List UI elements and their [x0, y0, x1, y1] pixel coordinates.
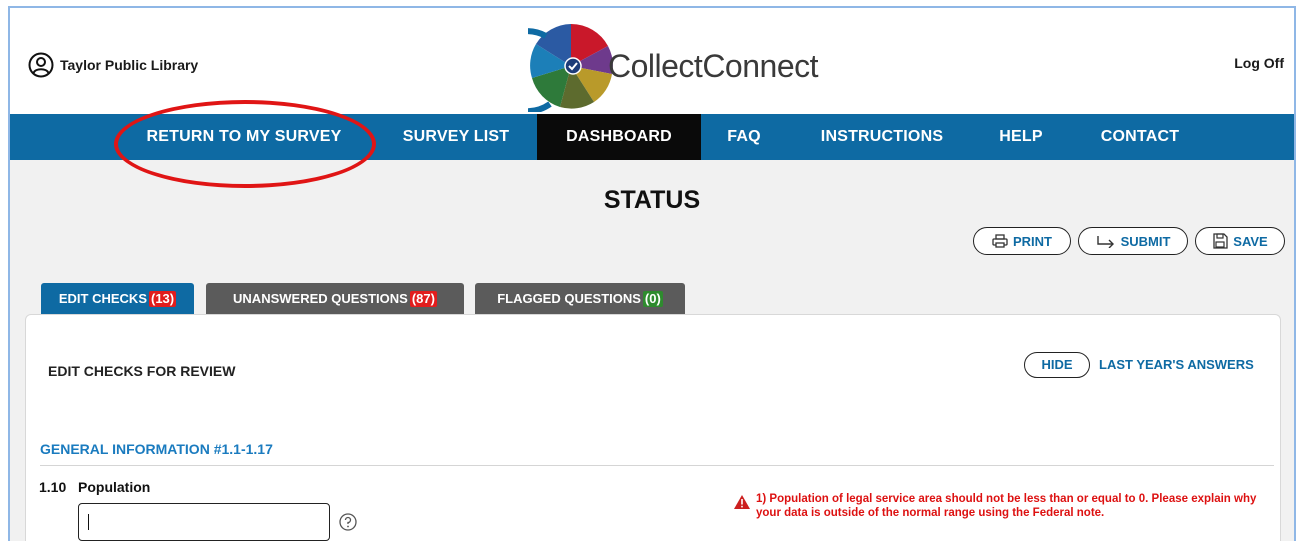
warning-icon — [734, 495, 750, 509]
collectconnect-logo-icon — [528, 23, 613, 112]
main-nav: RETURN TO MY SURVEY SURVEY LIST DASHBOAR… — [10, 114, 1294, 160]
tab-label: EDIT CHECKS — [58, 291, 147, 306]
hide-button[interactable]: HIDE — [1024, 352, 1090, 378]
save-label: SAVE — [1233, 233, 1268, 249]
app-window: Taylor Public Library CollectConnect Log… — [8, 6, 1296, 541]
save-icon — [1213, 233, 1228, 249]
app-logo[interactable]: CollectConnect — [528, 20, 819, 112]
submit-arrow-icon — [1096, 236, 1114, 248]
tab-label: FLAGGED QUESTIONS — [497, 291, 641, 306]
edit-checks-panel: EDIT CHECKS FOR REVIEW HIDE LAST YEAR'S … — [25, 314, 1281, 541]
org-name: Taylor Public Library — [60, 57, 199, 73]
nav-return-to-my-survey[interactable]: RETURN TO MY SURVEY — [118, 114, 370, 160]
header: Taylor Public Library CollectConnect Log… — [10, 8, 1294, 114]
print-label: PRINT — [1013, 233, 1052, 249]
nav-faq[interactable]: FAQ — [714, 114, 774, 160]
submit-label: SUBMIT — [1120, 233, 1171, 249]
tab-unanswered-questions[interactable]: UNANSWERED QUESTIONS (87) — [206, 283, 464, 315]
tab-label: UNANSWERED QUESTIONS — [233, 291, 408, 306]
nav-contact[interactable]: CONTACT — [1080, 114, 1200, 160]
help-icon[interactable] — [339, 513, 357, 531]
page-title: STATUS — [603, 186, 701, 214]
nav-help[interactable]: HELP — [986, 114, 1056, 160]
text-caret — [88, 514, 89, 530]
tab-count-badge: (87) — [409, 291, 437, 307]
printer-icon — [992, 234, 1008, 248]
nav-survey-list[interactable]: SURVEY LIST — [386, 114, 526, 160]
last-years-answers-link[interactable]: LAST YEAR'S ANSWERS — [1099, 357, 1254, 372]
tab-count-badge: (0) — [642, 291, 663, 307]
print-button[interactable]: PRINT — [973, 227, 1071, 255]
tab-flagged-questions[interactable]: FLAGGED QUESTIONS (0) — [475, 283, 685, 315]
section-title[interactable]: GENERAL INFORMATION #1.1-1.17 — [40, 441, 273, 457]
app-name: CollectConnect — [608, 47, 819, 84]
question-label: Population — [78, 479, 151, 495]
save-button[interactable]: SAVE — [1195, 227, 1285, 255]
submit-button[interactable]: SUBMIT — [1078, 227, 1188, 255]
population-input[interactable] — [78, 503, 330, 541]
nav-dashboard[interactable]: DASHBOARD — [537, 114, 701, 160]
nav-instructions[interactable]: INSTRUCTIONS — [804, 114, 960, 160]
user-icon — [28, 52, 54, 78]
logoff-link[interactable]: Log Off — [1234, 55, 1284, 71]
edit-check-warning: 1) Population of legal service area shou… — [756, 493, 1257, 519]
tab-count-badge: (13) — [149, 291, 177, 307]
panel-heading: EDIT CHECKS FOR REVIEW — [48, 363, 236, 379]
divider — [40, 465, 1274, 466]
tab-edit-checks[interactable]: EDIT CHECKS (13) — [41, 283, 194, 315]
org-account[interactable]: Taylor Public Library — [28, 52, 198, 78]
question-number: 1.10 — [39, 479, 67, 495]
